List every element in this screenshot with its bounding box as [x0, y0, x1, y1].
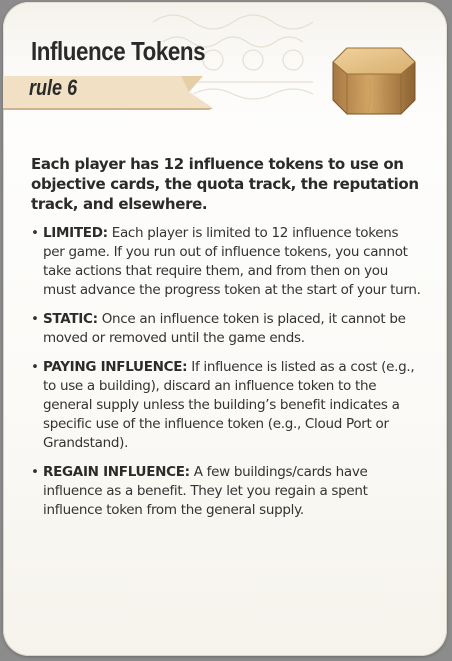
card-title: Influence Tokens	[31, 36, 206, 66]
rule-card: Influence Tokens rule 6 Each player has …	[3, 2, 447, 656]
rule-item-regain-influence: REGAIN INFLUENCE: A few buildings/cards …	[31, 463, 421, 520]
rule-term: PAYING INFLUENCE:	[43, 359, 188, 375]
rule-item-paying-influence: PAYING INFLUENCE: If influence is listed…	[31, 358, 421, 453]
rule-list: LIMITED: Each player is limited to 12 in…	[31, 224, 421, 530]
rule-intro: Each player has 12 influence tokens to u…	[31, 155, 419, 213]
rule-text: Once an influence token is placed, it ca…	[43, 311, 406, 346]
rule-term: STATIC:	[43, 311, 98, 327]
rule-term: LIMITED:	[43, 225, 108, 241]
rule-item-limited: LIMITED: Each player is limited to 12 in…	[31, 224, 421, 300]
rule-number: rule 6	[29, 75, 78, 100]
rule-term: REGAIN INFLUENCE:	[43, 464, 190, 480]
wooden-octagon-token-icon	[332, 47, 416, 115]
rule-item-static: STATIC: Once an influence token is place…	[31, 310, 421, 348]
